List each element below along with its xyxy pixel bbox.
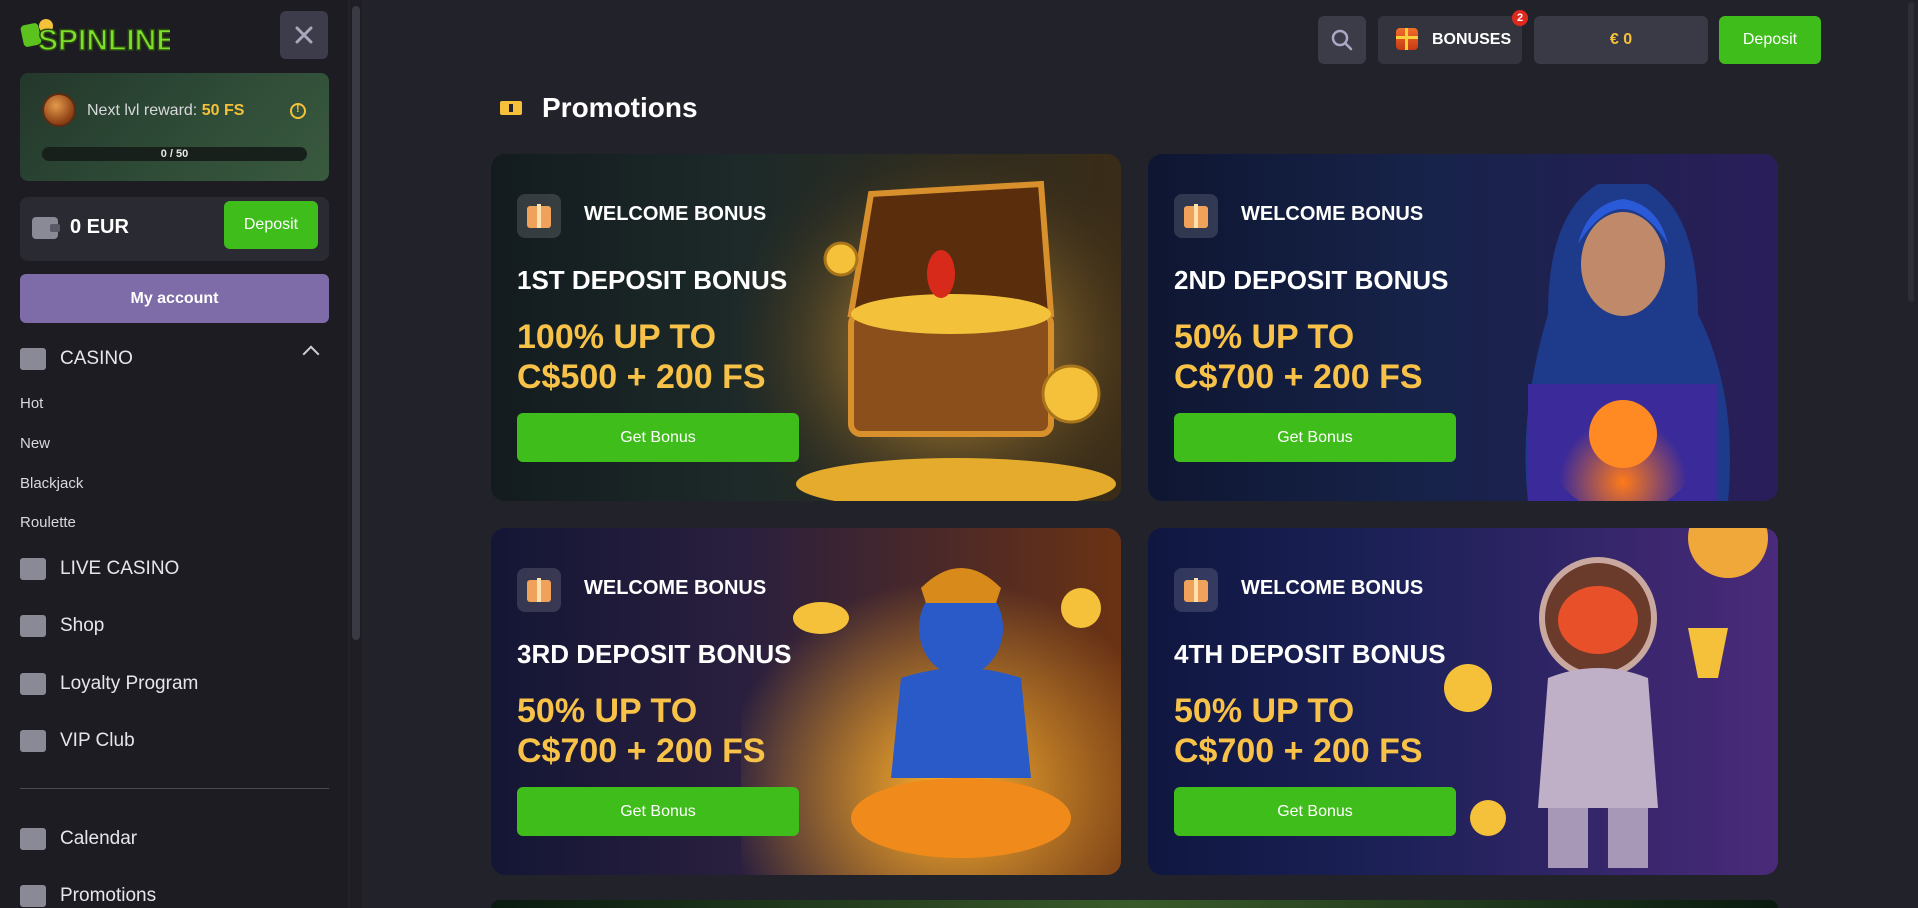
gift-icon	[517, 568, 561, 612]
nav-shop-label: Shop	[60, 615, 105, 636]
sidebar-scrollbar[interactable]	[352, 6, 360, 640]
nav-live-casino[interactable]: LIVE CASINO	[20, 558, 179, 580]
gift-icon	[1174, 194, 1218, 238]
promo-offer-line2: C$700 + 200 FS	[517, 732, 766, 770]
level-progress-text: 0 / 50	[160, 148, 189, 160]
sidebar: SPINLINE Next lvl reward: 50 FS 0 / 50 0…	[0, 0, 348, 908]
nav-sub-new[interactable]: New	[20, 435, 50, 452]
promo-offer-line1: 50% UP TO	[517, 692, 698, 730]
vip-crown-icon	[20, 730, 46, 752]
nav-casino-label: CASINO	[60, 348, 133, 369]
promo-label: WELCOME BONUS	[584, 203, 767, 225]
shop-icon	[20, 615, 46, 637]
calendar-icon	[20, 828, 46, 850]
promo-offer-line2: C$500 + 200 FS	[517, 358, 766, 396]
nav-live-casino-label: LIVE CASINO	[60, 558, 180, 579]
page-title: Promotions	[542, 92, 698, 123]
main-scrollbar[interactable]	[1904, 0, 1918, 908]
promo-title: 2ND DEPOSIT BONUS	[1174, 265, 1449, 295]
promo-offer: 100% UP TO C$500 + 200 FS	[517, 317, 837, 397]
live-casino-icon	[20, 558, 46, 580]
promo-offer-line1: 100% UP TO	[517, 318, 717, 356]
bonuses-label: BONUSES	[1432, 31, 1512, 48]
gift-icon	[1174, 568, 1218, 612]
promo-title: 1ST DEPOSIT BONUS	[517, 265, 788, 295]
bonuses-count-badge: 2	[1512, 10, 1528, 26]
get-bonus-button[interactable]: Get Bonus	[517, 787, 799, 836]
loyalty-icon	[20, 673, 46, 695]
level-avatar	[42, 93, 76, 127]
level-reward-text: Next lvl reward: 50 FS	[87, 102, 244, 120]
balance-display[interactable]: € 0	[1534, 16, 1708, 64]
level-progress-bar: 0 / 50	[42, 147, 307, 161]
nav-vip-club[interactable]: VIP Club	[20, 730, 135, 752]
header-deposit-button[interactable]: Deposit	[1719, 16, 1821, 64]
promo-offer-line1: 50% UP TO	[1174, 692, 1355, 730]
nav-sub-roulette[interactable]: Roulette	[20, 514, 76, 531]
search-icon	[1331, 29, 1353, 51]
promo-label: WELCOME BONUS	[584, 577, 767, 599]
chevron-up-icon[interactable]	[302, 345, 320, 363]
ticket-icon	[500, 101, 522, 115]
nav-calendar[interactable]: Calendar	[20, 828, 137, 850]
wallet-amount: 0 EUR	[70, 216, 129, 238]
promo-offer-line1: 50% UP TO	[1174, 318, 1355, 356]
search-button[interactable]	[1318, 16, 1366, 64]
get-bonus-button[interactable]: Get Bonus	[517, 413, 799, 462]
promo-label: WELCOME BONUS	[1241, 577, 1424, 599]
bonuses-button[interactable]: BONUSES 2	[1378, 10, 1528, 64]
promo-card-1[interactable]: WELCOME BONUS 1ST DEPOSIT BONUS 100% UP …	[491, 154, 1121, 501]
gift-icon	[517, 194, 561, 238]
gift-icon	[1396, 28, 1418, 50]
level-reward-value: 50 FS	[201, 102, 245, 119]
promo-offer-line2: C$700 + 200 FS	[1174, 358, 1423, 396]
wallet-icon	[32, 217, 60, 239]
wallet-card: 0 EUR Deposit	[20, 197, 329, 261]
promo-offer-line2: C$700 + 200 FS	[1174, 732, 1423, 770]
close-sidebar-button[interactable]	[280, 11, 328, 59]
promo-offer: 50% UP TO C$700 + 200 FS	[517, 691, 837, 771]
nav-loyalty-program[interactable]: Loyalty Program	[20, 673, 198, 695]
promo-card-3[interactable]: WELCOME BONUS 3RD DEPOSIT BONUS 50% UP T…	[491, 528, 1121, 875]
nav-promotions[interactable]: Promotions	[20, 885, 156, 907]
logo-wordmark: SPINLINE	[38, 24, 170, 57]
nav-sub-hot[interactable]: Hot	[20, 395, 43, 412]
next-promo-card-edge	[491, 900, 1778, 908]
info-icon[interactable]	[290, 103, 306, 119]
promo-card-4[interactable]: WELCOME BONUS 4TH DEPOSIT BONUS 50% UP T…	[1148, 528, 1778, 875]
my-account-button[interactable]: My account	[20, 274, 329, 323]
sidebar-divider	[20, 788, 329, 789]
promotions-ticket-icon	[20, 885, 46, 907]
close-icon	[295, 26, 313, 44]
promo-offer: 50% UP TO C$700 + 200 FS	[1174, 691, 1494, 771]
page-header: Promotions	[500, 92, 698, 124]
nav-vip-label: VIP Club	[60, 730, 135, 751]
spinline-logo[interactable]: SPINLINE	[20, 10, 177, 60]
get-bonus-button[interactable]: Get Bonus	[1174, 413, 1456, 462]
nav-calendar-label: Calendar	[60, 828, 138, 849]
main-scrollbar-thumb[interactable]	[1908, 2, 1914, 302]
level-reward-label: Next lvl reward:	[87, 102, 198, 119]
promo-card-2[interactable]: WELCOME BONUS 2ND DEPOSIT BONUS 50% UP T…	[1148, 154, 1778, 501]
promo-title: 4TH DEPOSIT BONUS	[1174, 639, 1446, 669]
nav-loyalty-label: Loyalty Program	[60, 673, 199, 694]
nav-shop[interactable]: Shop	[20, 615, 104, 637]
promo-offer: 50% UP TO C$700 + 200 FS	[1174, 317, 1494, 397]
promo-title: 3RD DEPOSIT BONUS	[517, 639, 792, 669]
nav-casino[interactable]: CASINO	[20, 348, 133, 370]
level-reward-card: Next lvl reward: 50 FS 0 / 50	[20, 73, 329, 181]
promo-label: WELCOME BONUS	[1241, 203, 1424, 225]
sidebar-deposit-button[interactable]: Deposit	[224, 201, 318, 249]
get-bonus-button[interactable]: Get Bonus	[1174, 787, 1456, 836]
nav-promotions-label: Promotions	[60, 885, 157, 906]
nav-sub-blackjack[interactable]: Blackjack	[20, 475, 83, 492]
casino-icon	[20, 348, 46, 370]
